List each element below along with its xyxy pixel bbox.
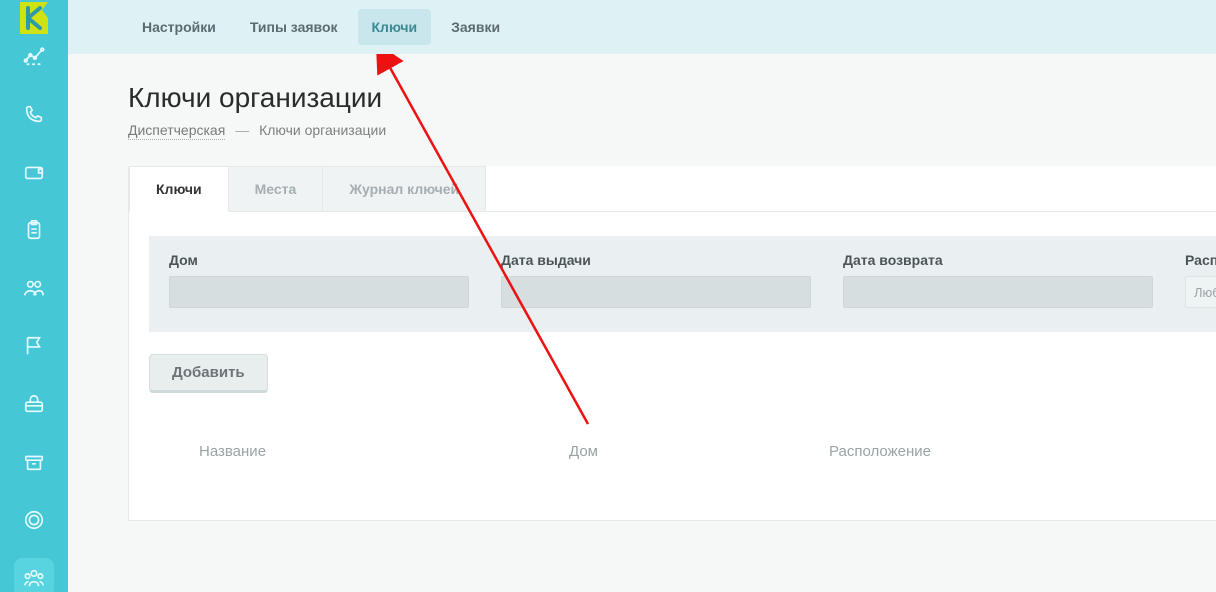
breadcrumb-link-dispatch[interactable]: Диспетчерская — [128, 122, 225, 140]
sidebar-item-coin[interactable] — [14, 500, 54, 540]
toolbox-icon — [23, 393, 45, 415]
breadcrumb-sep: — — [235, 122, 249, 138]
tab-key-journal[interactable]: Журнал ключей — [323, 166, 486, 211]
filter-return-date-label: Дата возврата — [843, 252, 1153, 268]
logo-k-icon — [16, 0, 52, 36]
page-title: Ключи организации — [128, 82, 1216, 114]
coin-icon — [23, 509, 45, 531]
filter-issue-date-input[interactable] — [501, 276, 811, 308]
sidebar — [0, 0, 68, 592]
logo[interactable] — [0, 0, 68, 36]
sidebar-item-people[interactable] — [14, 268, 54, 308]
filter-house-label: Дом — [169, 252, 469, 268]
sidebar-item-toolbox[interactable] — [14, 384, 54, 424]
content-card: Ключи Места Журнал ключей Дом Дата выдач… — [128, 166, 1216, 521]
th-location: Расположение — [829, 443, 931, 460]
top-nav: Настройки Типы заявок Ключи Заявки — [68, 0, 1216, 54]
filter-location-label: Распол — [1185, 252, 1216, 268]
archive-icon — [23, 451, 45, 473]
th-name: Название — [149, 443, 569, 460]
filter-return-date-input[interactable] — [843, 276, 1153, 308]
sidebar-item-stats[interactable] — [14, 36, 54, 76]
table-header: Название Дом Расположение — [149, 443, 1216, 460]
breadcrumb: Диспетчерская — Ключи организации — [128, 122, 1216, 138]
filter-bar: Дом Дата выдачи Дата возврата Распол Люб… — [149, 236, 1216, 332]
breadcrumb-current: Ключи организации — [259, 122, 386, 138]
phone-icon — [23, 103, 45, 125]
add-button[interactable]: Добавить — [149, 354, 268, 393]
wallet-icon — [23, 161, 45, 183]
tab-places[interactable]: Места — [229, 166, 324, 211]
th-house: Дом — [569, 443, 829, 460]
sidebar-item-wallet[interactable] — [14, 152, 54, 192]
sidebar-item-archive[interactable] — [14, 442, 54, 482]
filter-house-input[interactable] — [169, 276, 469, 308]
sidebar-item-flag[interactable] — [14, 326, 54, 366]
tab-keys[interactable]: Ключи — [129, 166, 229, 212]
stats-icon — [23, 45, 45, 67]
main: Настройки Типы заявок Ключи Заявки Ключи… — [68, 0, 1216, 592]
filter-issue-date-label: Дата выдачи — [501, 252, 811, 268]
topnav-keys[interactable]: Ключи — [358, 9, 432, 45]
topnav-settings[interactable]: Настройки — [128, 9, 230, 45]
topnav-request-types[interactable]: Типы заявок — [236, 9, 352, 45]
sidebar-item-group[interactable] — [14, 558, 54, 592]
topnav-requests[interactable]: Заявки — [437, 9, 514, 45]
sidebar-item-phone[interactable] — [14, 94, 54, 134]
clipboard-icon — [23, 219, 45, 241]
filter-location-select[interactable]: Любое — [1185, 276, 1216, 308]
sidebar-item-clipboard[interactable] — [14, 210, 54, 250]
tabs: Ключи Места Журнал ключей — [129, 166, 1216, 212]
group-icon — [23, 567, 45, 589]
people-icon — [23, 277, 45, 299]
flag-icon — [23, 335, 45, 357]
page-body: Ключи организации Диспетчерская — Ключи … — [68, 54, 1216, 521]
